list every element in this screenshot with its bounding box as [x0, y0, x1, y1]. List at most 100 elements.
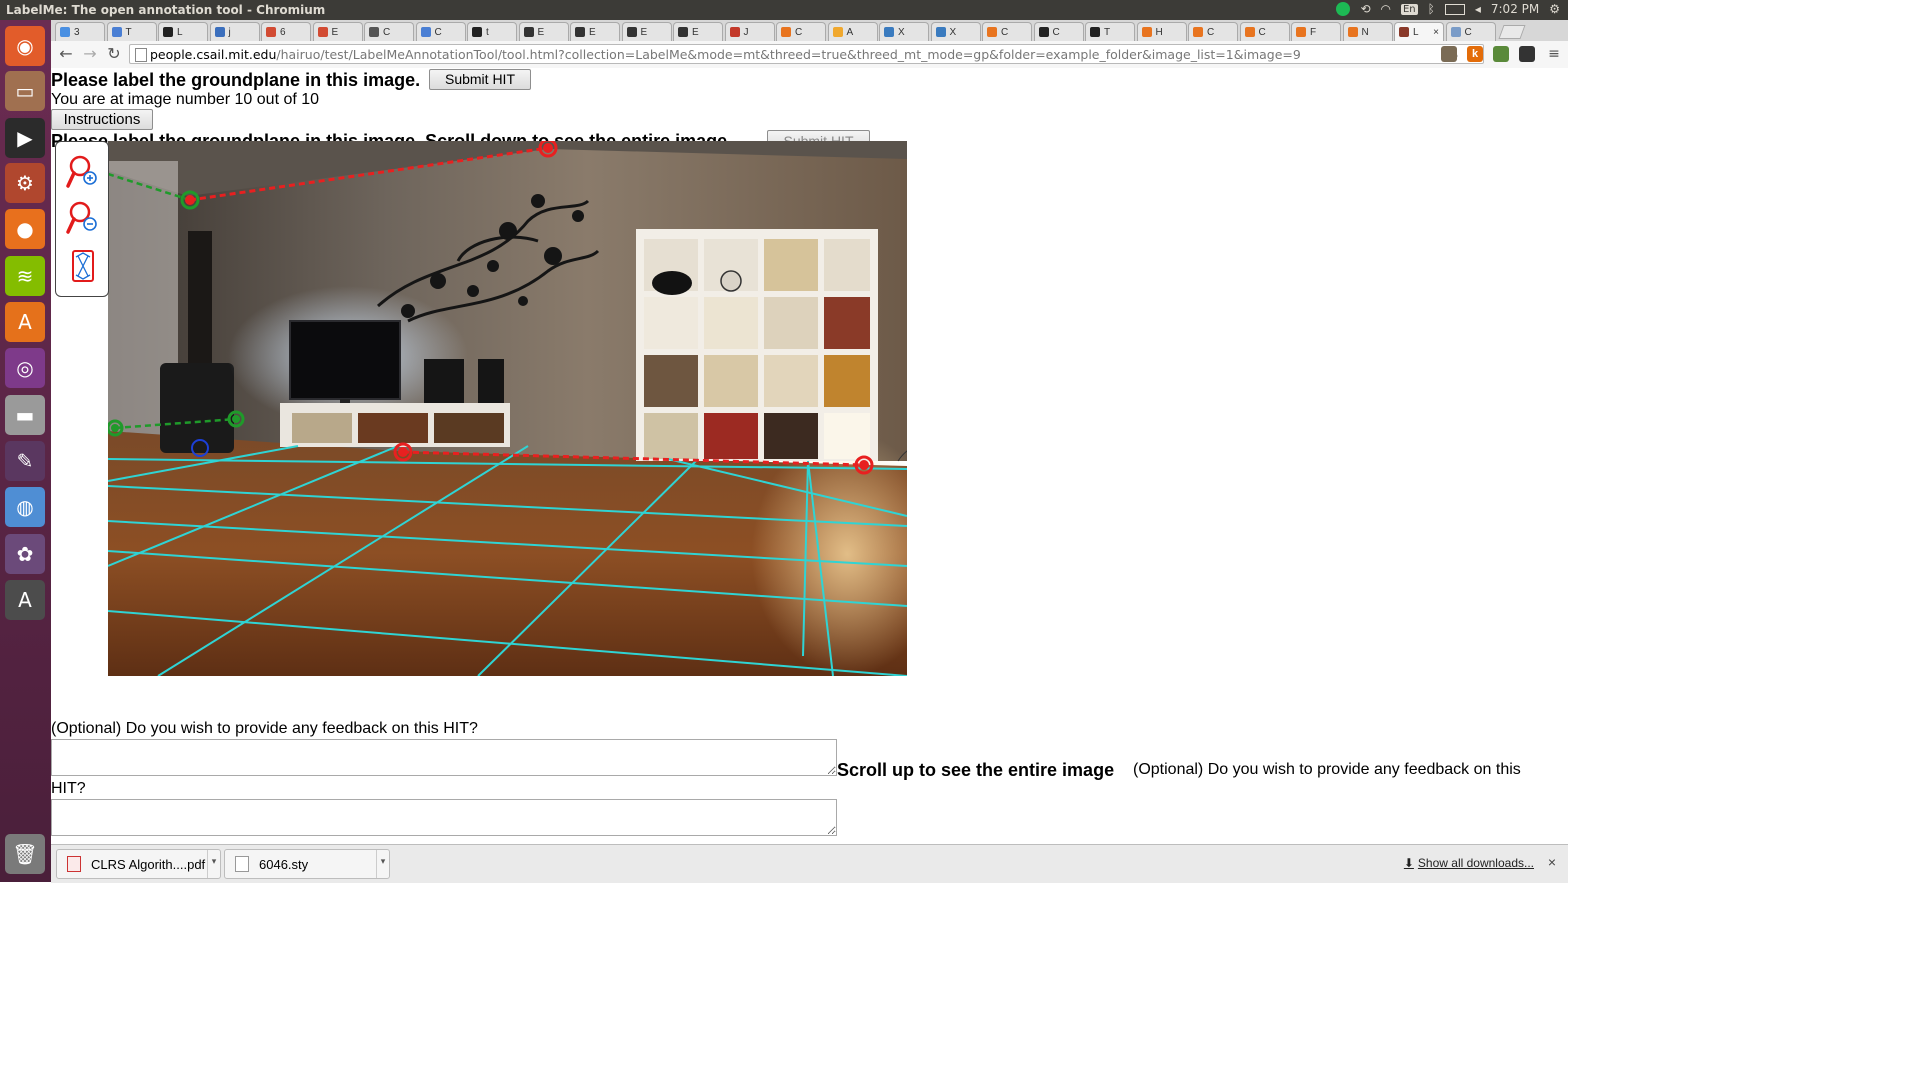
system-settings-icon[interactable]: ⚙	[5, 163, 45, 203]
browser-tab[interactable]: L ×	[1394, 22, 1444, 41]
browser-tab[interactable]: H	[1136, 22, 1187, 41]
download-arrow-icon: ⬇	[1403, 856, 1414, 870]
browser-tab[interactable]: E	[312, 22, 363, 41]
browser-tab[interactable]: C	[776, 22, 826, 41]
extension-icon[interactable]: k	[1467, 46, 1483, 62]
feedback-textarea-2[interactable]	[51, 799, 837, 836]
spotify-tray-icon[interactable]	[1336, 2, 1351, 16]
page-icon	[135, 48, 147, 62]
tab-favicon-icon	[575, 27, 585, 37]
back-icon[interactable]: ←	[57, 45, 75, 63]
browser-tab[interactable]: E	[518, 22, 569, 41]
tab-label: C	[795, 26, 803, 38]
browser-tab[interactable]: C	[415, 22, 466, 41]
download-menu-caret[interactable]: ▾	[376, 850, 389, 878]
battery-icon[interactable]	[1444, 3, 1465, 15]
address-bar[interactable]: people.csail.mit.edu/hairuo/test/LabelMe…	[129, 44, 1484, 64]
extension-icon[interactable]	[1441, 46, 1457, 62]
browser-tab[interactable]: T	[1085, 22, 1135, 41]
updater-icon[interactable]: A	[5, 580, 45, 620]
tab-strip: 3 T Lj 6 E C Ct E E E E J C A X X C C T H C C F N L × C	[51, 20, 1568, 41]
keyboard-layout[interactable]: En	[1400, 3, 1418, 15]
instructions-button[interactable]: Instructions	[51, 109, 153, 130]
text-editor-icon[interactable]: ✎	[5, 441, 45, 481]
wifi-icon[interactable]: ◠	[1381, 2, 1391, 16]
browser-tab[interactable]: T	[106, 22, 157, 41]
tab-label: C	[1207, 26, 1215, 38]
cabinet-compartment-3	[434, 413, 504, 443]
software-center-icon[interactable]: A	[5, 302, 45, 342]
speaker-left	[424, 359, 464, 405]
terminal-icon[interactable]: ▶	[5, 118, 45, 158]
download-item-pdf[interactable]: CLRS Algorith....pdf ▾	[56, 849, 221, 879]
browser-tab[interactable]: t	[467, 22, 517, 41]
tab-label: N	[1361, 26, 1369, 38]
browser-tab[interactable]: J	[724, 22, 775, 41]
files-icon[interactable]: ▭	[5, 71, 45, 111]
unity-launcher: ◉ ▭ ▶ ⚙ ● ≋ A ◎ ▬ ✎ ◍ ✿ A 🗑	[0, 20, 51, 882]
tab-favicon-icon	[935, 27, 946, 37]
volume-icon[interactable]: ◂	[1475, 2, 1481, 16]
chromium-icon[interactable]: ◍	[5, 487, 45, 527]
browser-tab[interactable]: C	[1033, 22, 1084, 41]
bluetooth-icon[interactable]: ᛒ	[1428, 2, 1435, 16]
zoom-in-icon[interactable]	[66, 154, 100, 190]
browser-tab[interactable]: C	[364, 22, 414, 41]
browser-tab[interactable]: A	[827, 22, 878, 41]
browser-toolbar: ← → ↻ people.csail.mit.edu/hairuo/test/L…	[51, 41, 1568, 69]
zoom-out-icon[interactable]	[66, 200, 100, 236]
new-tab-button[interactable]	[1498, 25, 1526, 39]
browser-tab[interactable]: 6	[261, 22, 311, 41]
sync-tray-icon[interactable]: ⟲	[1360, 2, 1370, 16]
forward-icon[interactable]: →	[81, 45, 99, 63]
browser-tab[interactable]: X	[879, 22, 929, 41]
tab-label: X	[949, 26, 957, 38]
reload-icon[interactable]: ↻	[105, 45, 123, 63]
progress-text: You are at image number 10 out of 10	[51, 91, 320, 108]
tab-favicon-icon	[472, 27, 482, 37]
feedback-textarea[interactable]	[51, 739, 837, 776]
browser-tab[interactable]: E	[570, 22, 620, 41]
groundplane-canvas[interactable]	[108, 141, 907, 676]
speaker-right	[478, 359, 504, 405]
app-ring-icon[interactable]: ◎	[5, 348, 45, 388]
close-downloads-icon[interactable]: ×	[1548, 854, 1556, 870]
trash-icon[interactable]: 🗑	[5, 834, 45, 874]
tab-favicon-icon	[111, 27, 122, 37]
tab-close-icon[interactable]: ×	[1433, 27, 1439, 38]
tab-favicon-icon	[420, 27, 431, 37]
clock[interactable]: 7:02 PM	[1491, 2, 1539, 16]
extension-icon[interactable]	[1519, 46, 1535, 62]
menu-icon[interactable]: ≡	[1545, 45, 1563, 63]
browser-tab[interactable]: X	[930, 22, 981, 41]
browser-tab[interactable]: E	[673, 22, 723, 41]
tab-favicon-icon	[987, 27, 997, 37]
fit-to-screen-icon[interactable]	[66, 248, 100, 284]
shotwell-icon[interactable]: ✿	[5, 534, 45, 574]
firefox-icon[interactable]: ●	[5, 209, 45, 249]
extension-icon[interactable]	[1493, 46, 1509, 62]
feedback-question-2: (Optional) Do you wish to provide any fe…	[1133, 761, 1521, 778]
submit-hit-button[interactable]: Submit HIT	[429, 69, 531, 90]
browser-tab[interactable]: j	[209, 22, 260, 41]
gear-icon[interactable]: ⚙	[1549, 2, 1560, 16]
spotify-icon[interactable]: ≋	[5, 256, 45, 296]
browser-tab[interactable]: 3	[55, 22, 105, 41]
download-menu-caret[interactable]: ▾	[207, 850, 220, 878]
browser-tab[interactable]: C	[982, 22, 1032, 41]
system-tray: ⟲ ◠ En ᛒ ◂ 7:02 PM ⚙	[1336, 2, 1560, 16]
browser-tab[interactable]: C	[1188, 22, 1238, 41]
browser-tab[interactable]: C	[1445, 22, 1496, 41]
text-file-icon	[235, 856, 249, 872]
browser-tab[interactable]: L	[158, 22, 208, 41]
browser-tab[interactable]: N	[1342, 22, 1393, 41]
browser-tab[interactable]: E	[621, 22, 672, 41]
tab-favicon-icon	[1347, 27, 1358, 37]
browser-tab[interactable]: F	[1291, 22, 1341, 41]
disk-icon[interactable]: ▬	[5, 395, 45, 435]
show-all-downloads-link[interactable]: ⬇ Show all downloads...	[1404, 856, 1534, 870]
browser-tab[interactable]: C	[1239, 22, 1290, 41]
ubuntu-dash-icon[interactable]: ◉	[5, 26, 45, 66]
download-item-sty[interactable]: 6046.sty ▾	[224, 849, 390, 879]
annotation-image[interactable]	[108, 141, 907, 676]
